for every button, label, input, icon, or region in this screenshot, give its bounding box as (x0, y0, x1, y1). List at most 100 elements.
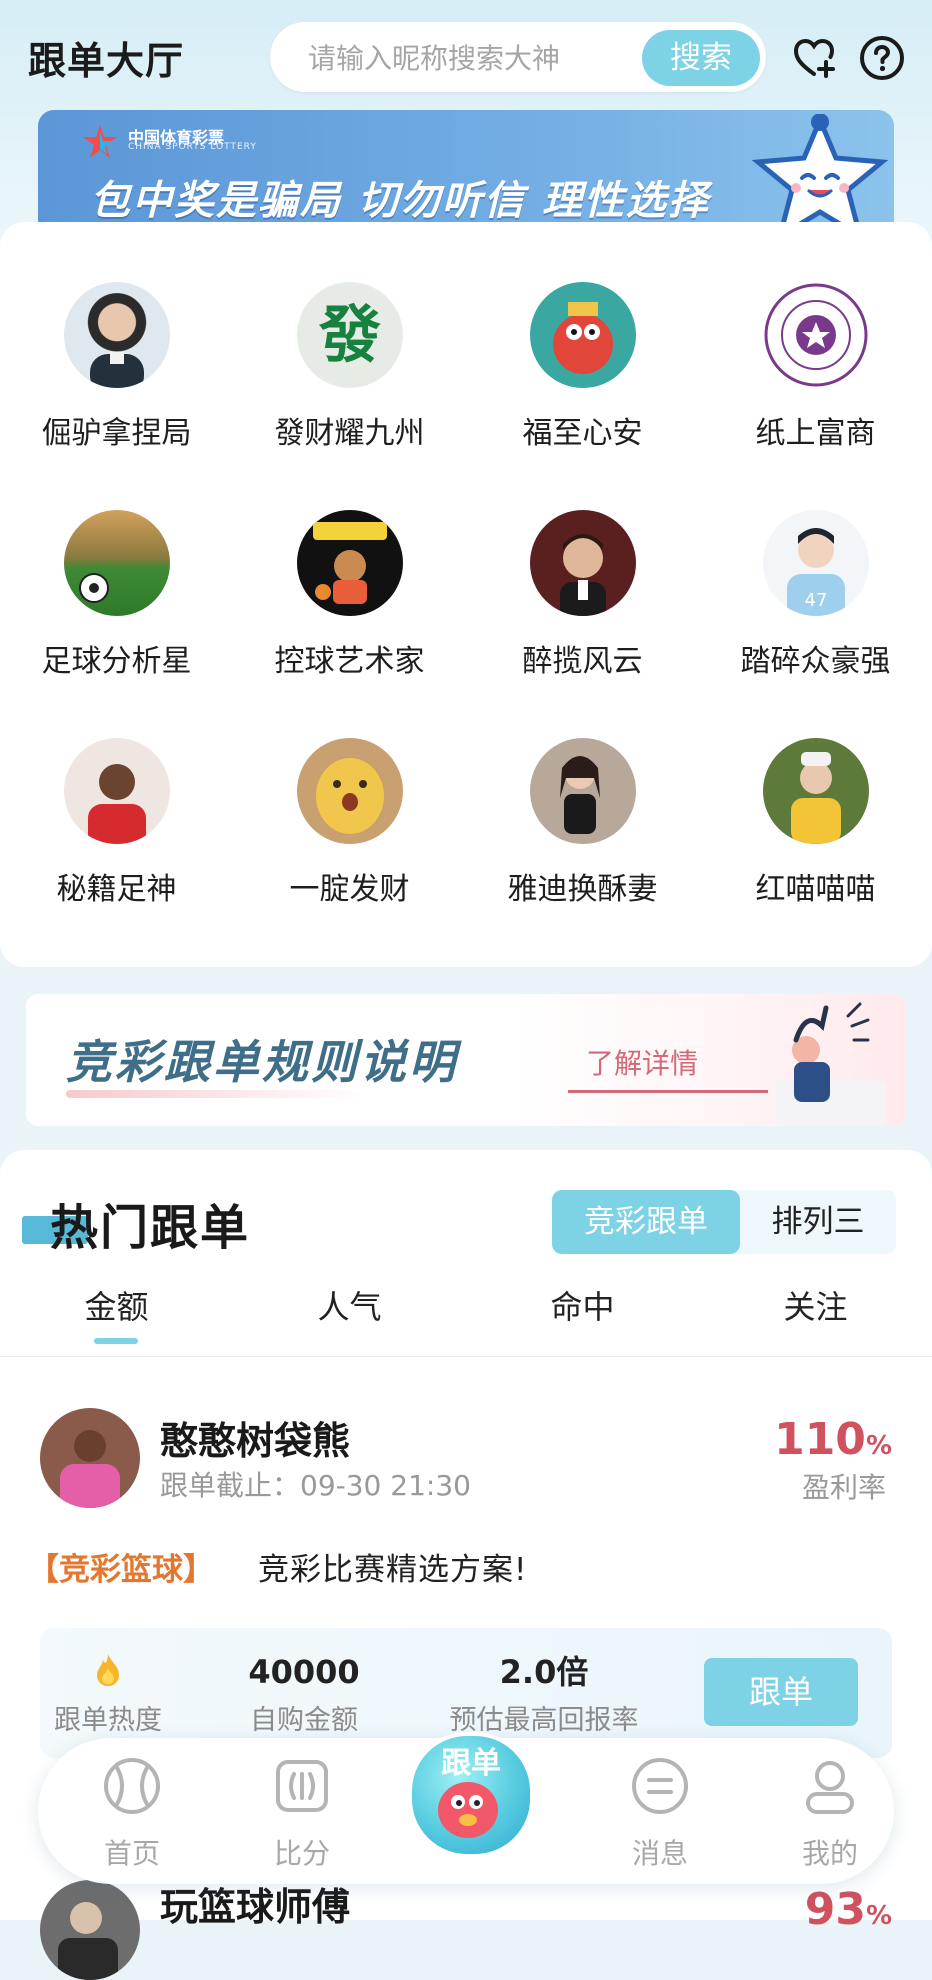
user-icon (806, 1761, 854, 1814)
avatar (63, 738, 170, 844)
stat-value: 2.0倍 (499, 1653, 589, 1691)
expert-name: 纸上富商 (755, 416, 876, 451)
expert-name: 倔驴拿捏局 (41, 416, 192, 451)
expert-name: 福至心安 (522, 416, 643, 451)
avatar (296, 510, 403, 616)
expert-tile[interactable]: 红喵喵喵 (699, 738, 932, 908)
scoreboard-icon (276, 1760, 328, 1812)
rules-title: 竞彩跟单规则说明 (66, 1035, 458, 1089)
svg-text:47: 47 (804, 590, 827, 611)
expert-name: 秘籍足神 (56, 872, 177, 907)
stat-heat: 跟单热度 (40, 1652, 176, 1737)
expert-name: 雅迪换酥妻 (507, 872, 658, 907)
profit-rate-unit: % (865, 1431, 892, 1461)
rules-link-arrow-line (568, 1090, 768, 1093)
expert-tile[interactable]: 倔驴拿捏局 (0, 282, 233, 452)
search-button[interactable]: 搜索 (642, 30, 760, 86)
avatar[interactable] (40, 1408, 140, 1508)
lottery-type-switch: 竞彩跟单 排列三 (552, 1190, 896, 1254)
avatar (529, 510, 636, 616)
follow-order-button[interactable]: 跟单 (704, 1658, 858, 1726)
search-input[interactable] (306, 22, 610, 94)
avatar (529, 282, 636, 388)
divider (0, 1356, 932, 1357)
tab-hit-rate[interactable]: 命中 (466, 1282, 699, 1328)
tab-jingcai[interactable]: 竞彩跟单 (552, 1190, 740, 1254)
nav-score[interactable]: 比分 (242, 1756, 362, 1872)
avatar (63, 510, 170, 616)
profit-rate: 93% (805, 1884, 892, 1935)
nav-label: 消息 (631, 1837, 688, 1870)
expert-tile[interactable]: 醉揽风云 (466, 510, 699, 680)
tab-amount[interactable]: 金额 (0, 1282, 233, 1328)
rules-banner[interactable]: 竞彩跟单规则说明 了解详情 (26, 994, 906, 1126)
expert-name: 發财耀九州 (274, 416, 425, 451)
avatar[interactable] (40, 1880, 140, 1980)
stat-label: 预估最高回报率 (449, 1705, 639, 1736)
page-title: 跟单大厅 (28, 39, 185, 83)
expert-name: 一腚发财 (289, 872, 410, 907)
profit-rate-label: 盈利率 (801, 1471, 886, 1504)
profit-rate-value: 93 (804, 1884, 866, 1935)
stat-label: 自购金额 (250, 1705, 358, 1736)
expert-name: 红喵喵喵 (755, 872, 876, 907)
avatar (762, 282, 869, 388)
expert-tile[interactable]: 福至心安 (466, 282, 699, 452)
profit-rate: 110% (774, 1414, 892, 1465)
expert-tile[interactable]: 發 發财耀九州 (233, 282, 466, 452)
post-deadline: 跟单截止：09-30 21:30 (160, 1469, 471, 1502)
help-icon[interactable] (858, 34, 906, 82)
stat-return-ratio: 2.0倍 预估最高回报率 (424, 1652, 664, 1737)
active-tab-indicator (94, 1338, 138, 1344)
post-author-name[interactable]: 玩篮球师傅 (160, 1876, 350, 1931)
heart-add-icon[interactable] (790, 34, 838, 82)
expert-tile[interactable]: 秘籍足神 (0, 738, 233, 908)
tab-following[interactable]: 关注 (699, 1282, 932, 1328)
bottom-nav: 首页 比分 跟单 消息 我的 (38, 1732, 894, 1884)
expert-tile[interactable]: 一腚发财 (233, 738, 466, 908)
expert-tile[interactable]: 47 踏碎众豪强 (699, 510, 932, 680)
ball-icon (104, 1758, 160, 1814)
expert-tile[interactable]: 雅迪换酥妻 (466, 738, 699, 908)
avatar (762, 738, 869, 844)
tab-popularity[interactable]: 人气 (233, 1282, 466, 1328)
avatar: 47 (762, 510, 869, 616)
rules-underline (66, 1090, 366, 1098)
expert-name: 踏碎众豪强 (740, 644, 891, 679)
expert-name: 醉揽风云 (522, 644, 643, 679)
banner-logo-subtitle: CHINA SPORTS LOTTERY (128, 142, 257, 152)
expert-tile[interactable]: 足球分析星 (0, 510, 233, 680)
sports-lottery-logo-icon (83, 125, 117, 158)
nav-follow-center-button[interactable]: 跟单 (408, 1732, 534, 1858)
nav-messages[interactable]: 消息 (600, 1756, 720, 1872)
post-author-name[interactable]: 憨憨树袋熊 (160, 1410, 350, 1465)
expert-name: 足球分析星 (41, 644, 192, 679)
nav-profile[interactable]: 我的 (770, 1756, 890, 1872)
nav-home[interactable]: 首页 (72, 1756, 192, 1872)
stat-label: 跟单热度 (54, 1705, 162, 1736)
profit-rate-value: 110 (774, 1414, 866, 1465)
expert-tile[interactable]: 纸上富商 (699, 282, 932, 452)
stat-value: 40000 (248, 1653, 360, 1691)
avatar (296, 738, 403, 844)
rules-detail-link[interactable]: 了解详情 (586, 1042, 698, 1082)
banner-slogan: 包中奖是骗局 切勿听信 理性选择 (90, 178, 710, 224)
avatar (529, 738, 636, 844)
avatar: 發 (296, 282, 403, 388)
fire-icon (40, 1652, 176, 1692)
svg-text:發: 發 (317, 298, 380, 371)
stat-amount: 40000 自购金额 (226, 1652, 382, 1737)
section-title: 热门跟单 (50, 1200, 251, 1256)
nav-label: 首页 (103, 1837, 160, 1870)
expert-name: 控球艺术家 (274, 644, 425, 679)
reading-girl-icon (776, 1002, 886, 1126)
expert-tile[interactable]: 控球艺术家 (233, 510, 466, 680)
post-description[interactable]: 竞彩比赛精选方案! (258, 1544, 527, 1589)
message-icon (632, 1758, 688, 1814)
tab-pailie3[interactable]: 排列三 (740, 1190, 896, 1254)
post-category-tag: 【竞彩篮球】 (28, 1552, 214, 1588)
nav-label: 我的 (801, 1837, 858, 1870)
avatar (63, 282, 170, 388)
nav-label: 跟单 (441, 1746, 501, 1781)
search-bar[interactable]: 搜索 (270, 22, 766, 94)
